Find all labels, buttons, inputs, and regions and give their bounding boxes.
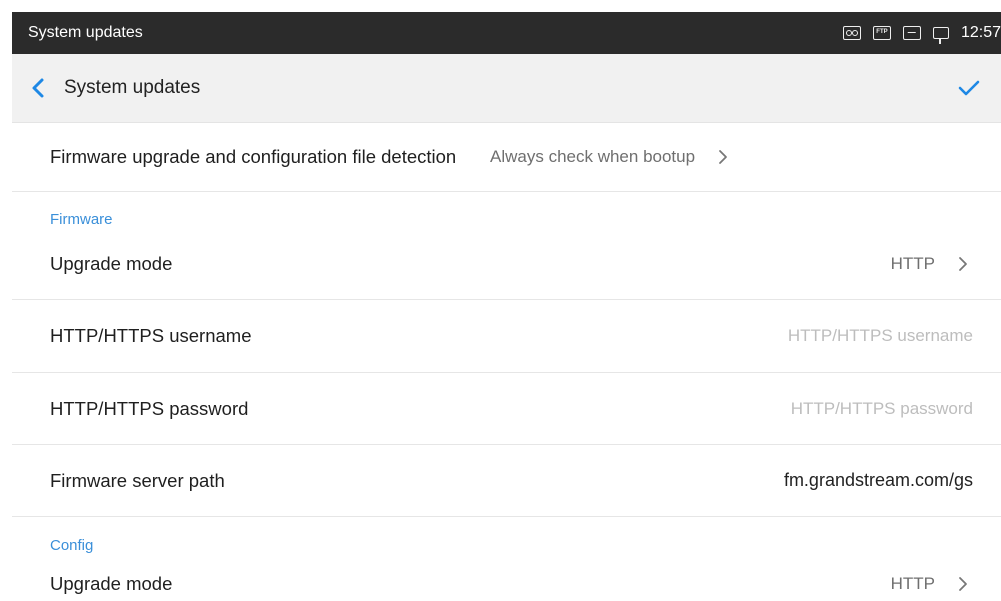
app-bar: System updates xyxy=(12,54,1001,123)
fw-password-field[interactable]: HTTP/HTTPS password xyxy=(791,399,973,419)
ftp-icon: FTP xyxy=(872,26,891,40)
fw-server-path-label: Firmware server path xyxy=(50,469,225,491)
chevron-left-icon xyxy=(32,78,44,98)
fw-username-row[interactable]: HTTP/HTTPS username HTTP/HTTPS username xyxy=(12,300,1001,373)
detection-row[interactable]: Firmware upgrade and configuration file … xyxy=(12,123,1001,192)
fw-server-path-value[interactable]: fm.grandstream.com/gs xyxy=(784,470,973,491)
fw-upgrade-mode-row[interactable]: Upgrade mode HTTP xyxy=(12,228,1001,300)
fw-upgrade-mode-label: Upgrade mode xyxy=(50,252,173,274)
checkmark-icon xyxy=(958,80,980,96)
confirm-button[interactable] xyxy=(951,70,987,106)
fw-username-label: HTTP/HTTPS username xyxy=(50,325,252,346)
section-title: Config xyxy=(50,537,94,554)
status-bar-title: System updates xyxy=(28,24,143,41)
chevron-right-icon xyxy=(953,574,973,594)
network-icon xyxy=(932,27,949,44)
cfg-upgrade-mode-label: Upgrade mode xyxy=(50,573,173,594)
page-title: System updates xyxy=(64,77,201,98)
voicemail-icon xyxy=(842,26,861,40)
settings-list: Firmware upgrade and configuration file … xyxy=(12,123,1001,601)
section-header-config: Config xyxy=(12,517,1001,554)
status-bar: System updates FTP 12:57 xyxy=(12,12,1001,54)
fw-password-row[interactable]: HTTP/HTTPS password HTTP/HTTPS password xyxy=(12,373,1001,445)
detection-label: Firmware upgrade and configuration file … xyxy=(50,146,457,167)
status-icons: FTP 12:57 xyxy=(842,24,1001,44)
fw-password-label: HTTP/HTTPS password xyxy=(50,397,249,419)
back-button[interactable] xyxy=(18,68,58,108)
section-header-firmware: Firmware xyxy=(12,192,1001,228)
fw-upgrade-mode-value: HTTP xyxy=(890,253,935,273)
section-title: Firmware xyxy=(50,211,113,228)
chevron-right-icon xyxy=(713,147,733,167)
clock: 12:57 xyxy=(960,24,1001,41)
image-icon xyxy=(902,26,921,40)
cfg-upgrade-mode-row[interactable]: Upgrade mode HTTP xyxy=(12,554,1001,601)
fw-server-path-row[interactable]: Firmware server path fm.grandstream.com/… xyxy=(12,445,1001,517)
detection-value: Always check when bootup xyxy=(490,147,696,166)
cfg-upgrade-mode-value: HTTP xyxy=(890,574,935,593)
chevron-right-icon xyxy=(953,254,973,274)
fw-username-field[interactable]: HTTP/HTTPS username xyxy=(788,326,973,346)
